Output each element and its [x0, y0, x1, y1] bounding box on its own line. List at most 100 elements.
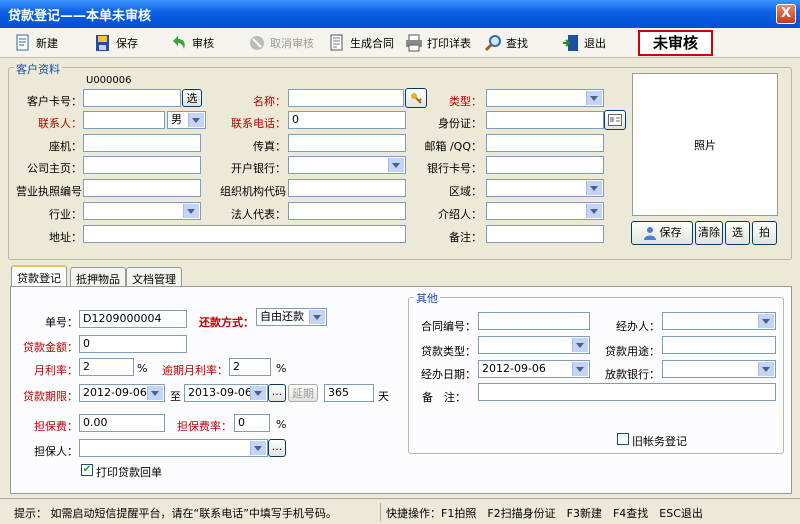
license-input[interactable]	[83, 179, 201, 197]
handle-date-label: 经办日期：	[421, 368, 476, 381]
search-button[interactable]: 查找	[484, 32, 528, 54]
guarantee-fee-input[interactable]: 0.00	[79, 414, 165, 432]
photo-shoot-button[interactable]: 拍	[752, 221, 777, 245]
phone-input[interactable]: 0	[288, 111, 406, 129]
id-card-input[interactable]	[486, 111, 604, 129]
landline-input[interactable]	[83, 134, 201, 152]
chevron-down-icon	[192, 118, 200, 123]
status-shortcuts: 快捷操作：F1拍照 F2扫描身份证 F3新建 F4查找 ESC退出	[386, 507, 703, 520]
contact-input[interactable]	[83, 111, 165, 129]
guarantor-label: 担保人：	[34, 445, 78, 458]
chevron-down-icon	[762, 319, 770, 324]
agent-select[interactable]	[662, 312, 776, 330]
loan-amount-input[interactable]: 0	[79, 335, 187, 353]
exit-door-icon	[563, 35, 578, 51]
print-button[interactable]: 打印详表	[405, 32, 471, 54]
cancel-audit-button[interactable]: 取消审核	[248, 32, 314, 54]
term-more-button[interactable]: ...	[268, 384, 286, 402]
new-document-icon	[16, 34, 29, 51]
homepage-label: 公司主页：	[27, 162, 82, 175]
purpose-input[interactable]	[662, 336, 776, 354]
loan-no-input[interactable]: D1209000004	[79, 310, 187, 328]
contract-label: 生成合同	[350, 37, 394, 50]
homepage-input[interactable]	[83, 156, 201, 174]
repay-method-select[interactable]: 自由还款	[256, 308, 327, 326]
landline-label: 座机：	[49, 140, 82, 153]
exit-button[interactable]: 退出	[562, 32, 606, 54]
address-label: 地址：	[49, 231, 82, 244]
term-start-date[interactable]: 2012-09-06	[79, 384, 165, 402]
chevron-down-icon	[590, 96, 598, 101]
contract-no-input[interactable]	[478, 312, 590, 330]
other-remark-label: 备 注：	[422, 391, 466, 404]
chevron-down-icon	[762, 367, 770, 372]
bank-card-input[interactable]	[486, 156, 604, 174]
days-input[interactable]: 365	[324, 384, 374, 402]
tab-loan-register[interactable]: 贷款登记	[11, 265, 67, 287]
scan-id-button[interactable]	[604, 110, 626, 130]
legal-rep-input[interactable]	[288, 202, 406, 220]
loan-type-label: 贷款类型：	[421, 345, 476, 358]
chevron-down-icon	[590, 209, 598, 214]
gender-value: 男	[171, 113, 182, 126]
audit-button[interactable]: 审核	[170, 32, 214, 54]
chevron-down-icon	[576, 343, 584, 348]
tab-collateral[interactable]: 抵押物品	[70, 267, 126, 287]
photo-save-button[interactable]: 保存	[631, 221, 693, 245]
extend-button[interactable]: 延期	[288, 384, 318, 402]
overdue-rate-unit: %	[276, 362, 287, 375]
overdue-rate-input[interactable]: 2	[229, 358, 271, 376]
guarantee-rate-input[interactable]: 0	[234, 414, 270, 432]
org-code-input[interactable]	[288, 179, 406, 197]
remark-input[interactable]	[486, 225, 604, 243]
window-title: 贷款登记——本单未审核	[8, 9, 152, 24]
close-button[interactable]: X	[776, 4, 796, 24]
gender-select[interactable]: 男	[167, 111, 206, 129]
term-start-value: 2012-09-06	[83, 386, 147, 399]
print-receipt-label: 打印贷款回单	[96, 466, 162, 479]
loan-no-label: 单号：	[45, 316, 78, 329]
guarantor-select[interactable]	[79, 439, 268, 457]
term-end-date[interactable]: 2013-09-06	[184, 384, 268, 402]
monthly-rate-label: 月利率：	[34, 364, 78, 377]
guarantor-more-button[interactable]: ...	[268, 439, 286, 457]
fax-input[interactable]	[288, 134, 406, 152]
referrer-select[interactable]	[486, 202, 604, 220]
search-icon	[484, 35, 501, 52]
photo-select-button[interactable]: 选	[725, 221, 750, 245]
guarantee-rate-unit: %	[276, 418, 287, 431]
audit-status-badge: 未审核	[638, 30, 713, 56]
old-account-label: 旧帐务登记	[632, 435, 687, 448]
lend-bank-select[interactable]	[662, 360, 776, 378]
card-no-display: U000006	[86, 75, 132, 86]
audit-label: 审核	[192, 37, 214, 50]
generate-contract-button[interactable]: 生成合同	[328, 32, 394, 54]
industry-label: 行业：	[49, 208, 82, 221]
chevron-down-icon	[151, 391, 159, 396]
region-select[interactable]	[486, 179, 604, 197]
photo-area: 照片	[632, 73, 778, 216]
user-icon	[643, 227, 656, 240]
print-receipt-checkbox[interactable]: ✔	[81, 464, 93, 476]
handle-date-select[interactable]: 2012-09-06	[478, 360, 590, 378]
type-select[interactable]	[486, 89, 604, 107]
new-button[interactable]: 新建	[14, 32, 58, 54]
address-input[interactable]	[83, 225, 406, 243]
save-button[interactable]: 保存	[94, 32, 138, 54]
email-input[interactable]	[486, 134, 604, 152]
photo-clear-button[interactable]: 清除	[695, 221, 723, 245]
days-unit: 天	[378, 390, 389, 403]
other-remark-input[interactable]	[478, 383, 776, 401]
loan-type-select[interactable]	[478, 336, 590, 354]
bank-select[interactable]	[288, 156, 406, 174]
monthly-rate-input[interactable]: 2	[79, 358, 134, 376]
card-no-input[interactable]	[83, 89, 181, 107]
industry-select[interactable]	[83, 202, 201, 220]
name-input[interactable]	[288, 89, 404, 107]
tab-documents[interactable]: 文档管理	[126, 267, 182, 287]
card-select-button[interactable]: 选	[182, 89, 202, 107]
old-account-checkbox[interactable]	[617, 433, 629, 445]
other-group-title: 其他	[414, 290, 440, 306]
overdue-rate-label: 逾期月利率：	[162, 364, 228, 377]
undo-arrow-icon	[173, 36, 185, 49]
